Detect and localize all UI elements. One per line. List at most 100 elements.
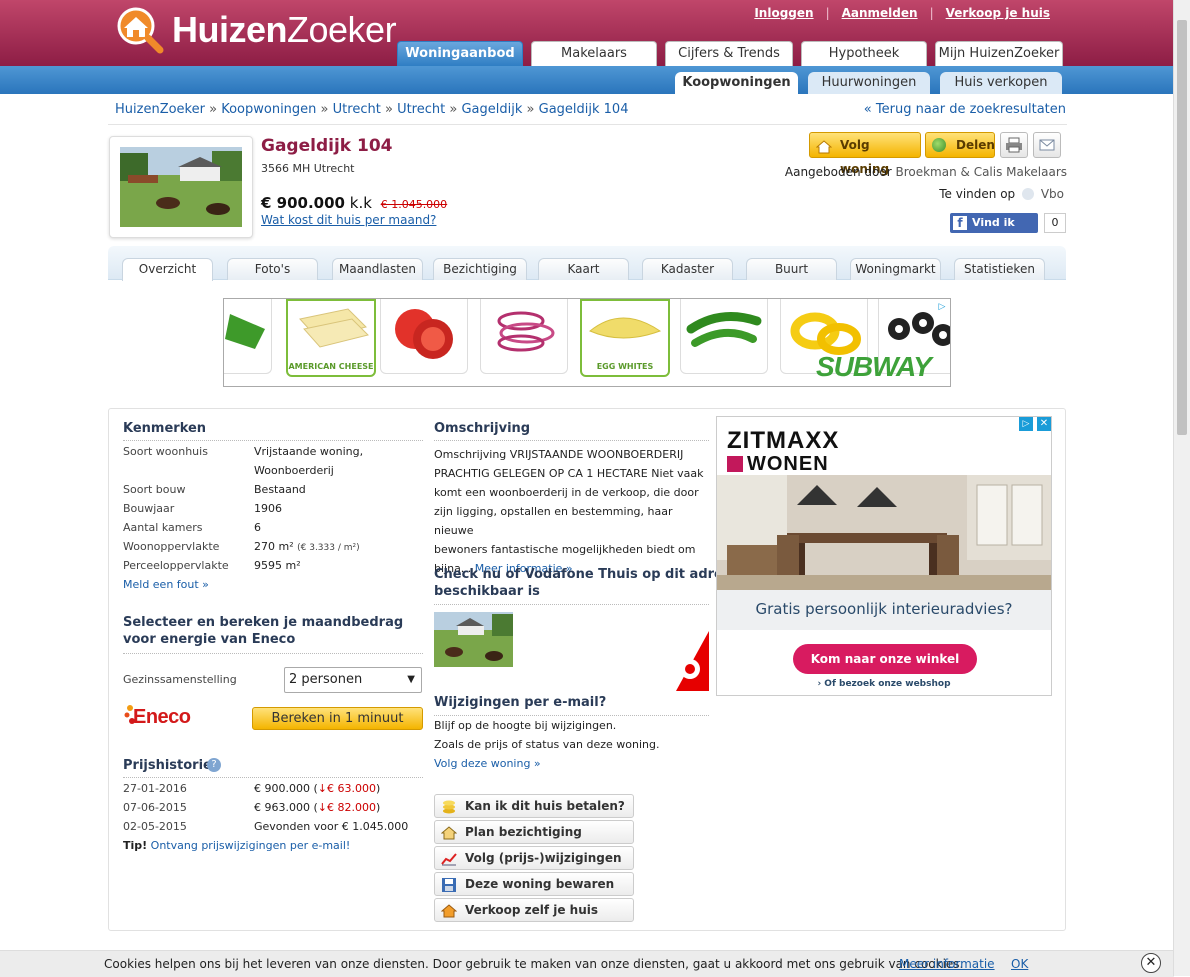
history-date: 07-06-2015 — [123, 801, 187, 814]
divider — [108, 124, 1067, 125]
adchoices-icon[interactable]: ▷ — [1019, 417, 1033, 431]
breadcrumb-item[interactable]: HuizenZoeker — [115, 102, 205, 117]
globe-icon — [932, 138, 946, 152]
floppy-disk-icon — [441, 877, 457, 892]
tab-cijfers-trends[interactable]: Cijfers & Trends — [665, 41, 793, 66]
save-listing-button[interactable]: Deze woning bewaren — [434, 872, 634, 896]
affordability-button[interactable]: Kan ik dit huis betalen? — [434, 794, 634, 818]
printer-icon — [1006, 137, 1022, 153]
back-to-results-link[interactable]: « Terug naar de zoekresultaten — [864, 102, 1066, 117]
ad-food-item — [224, 299, 272, 374]
cookie-ok-button[interactable]: OK — [1011, 951, 1028, 977]
tab-hypotheek[interactable]: Hypotheek — [801, 41, 927, 66]
webshop-link[interactable]: › Of bezoek onze webshop — [717, 679, 1051, 689]
history-date: 27-01-2016 — [123, 782, 187, 795]
ad-food-item — [380, 299, 468, 374]
breadcrumb-item[interactable]: Utrecht — [397, 102, 445, 117]
tab-mijn-huizenzoeker[interactable]: Mijn HuizenZoeker — [935, 41, 1063, 66]
help-icon[interactable]: ? — [207, 758, 221, 772]
advertisement-banner[interactable]: AMERICAN CHEESE EGG WHITES SUBWAY ▷ — [223, 298, 951, 387]
cookie-more-info-link[interactable]: Meer informatie — [899, 951, 995, 977]
site-logo[interactable]: HuizenZoeker — [114, 6, 397, 54]
login-link[interactable]: Inloggen — [754, 6, 813, 20]
feature-value: 270 m² (€ 3.333 / m²) — [254, 540, 360, 553]
price-drop: ↓€ 63.000 — [317, 782, 376, 795]
register-link[interactable]: Aanmelden — [842, 6, 918, 20]
separator: | — [825, 6, 830, 20]
tab-maandlasten[interactable]: Maandlasten — [332, 258, 423, 280]
history-price: Gevonden voor € 1.045.000 — [254, 820, 409, 833]
follow-listing-link[interactable]: Volg deze woning » — [434, 757, 541, 770]
subtab-huurwoningen[interactable]: Huurwoningen — [808, 72, 930, 94]
adchoices-icon[interactable]: ▷ — [936, 301, 948, 313]
email-button[interactable] — [1033, 132, 1061, 158]
chart-trend-icon — [441, 851, 457, 866]
print-button[interactable] — [1000, 132, 1028, 158]
monthly-cost-link[interactable]: Wat kost dit huis per maand? — [261, 213, 436, 227]
furniture-advertisement[interactable]: ▷ ✕ ZITMAXX WONEN Gratis persoonlijk int… — [716, 416, 1052, 696]
sell-house-link[interactable]: Verkoop je huis — [946, 6, 1050, 20]
feature-label: Bouwjaar — [123, 502, 175, 515]
follow-button[interactable]: Volg woning — [809, 132, 921, 176]
feature-value: Bestaand — [254, 483, 306, 496]
sell-yourself-button[interactable]: Verkoop zelf je huis — [434, 898, 634, 922]
feature-label: Perceeloppervlakte — [123, 559, 229, 572]
breadcrumb-item[interactable]: Utrecht — [333, 102, 381, 117]
tab-kaart[interactable]: Kaart — [538, 258, 629, 280]
plan-viewing-button[interactable]: Plan bezichtiging — [434, 820, 634, 844]
household-label: Gezinssamenstelling — [123, 673, 237, 686]
property-address: Gageldijk 104 — [261, 136, 393, 156]
household-select[interactable]: 2 personen ▼ — [284, 667, 422, 693]
tab-overzicht[interactable]: Overzicht — [122, 258, 213, 281]
calculate-energy-button[interactable]: Bereken in 1 minuut — [252, 707, 423, 730]
share-button[interactable]: Delen — [925, 132, 995, 158]
breadcrumb-item[interactable]: Gageldijk — [461, 102, 522, 117]
close-ad-icon[interactable]: ✕ — [1037, 417, 1051, 431]
vodafone-heading: beschikbaar is — [434, 584, 540, 599]
site-header: HuizenZoeker Inloggen | Aanmelden | Verk… — [0, 0, 1174, 66]
ad-food-item: EGG WHITES — [580, 299, 670, 377]
vodafone-house-photo[interactable] — [434, 612, 513, 667]
property-photo[interactable] — [109, 136, 253, 238]
report-error-link[interactable]: Meld een fout » — [123, 578, 209, 591]
page-scrollbar[interactable] — [1173, 0, 1190, 976]
energy-heading: Selecteer en bereken je maandbedrag — [123, 615, 404, 630]
tab-fotos[interactable]: Foto's — [227, 258, 318, 280]
tab-woningmarkt[interactable]: Woningmarkt — [850, 258, 941, 280]
feature-value: Vrijstaande woning, — [254, 445, 364, 458]
facebook-icon: f — [953, 216, 967, 230]
cookie-text: Cookies helpen ons bij het leveren van o… — [104, 957, 964, 971]
property-postcode: 3566 MH Utrecht — [261, 162, 355, 175]
separator: | — [929, 6, 934, 20]
tab-statistieken[interactable]: Statistieken — [954, 258, 1045, 280]
follow-changes-button[interactable]: Volg (prijs-)wijzigingen — [434, 846, 634, 870]
dropdown-arrow-icon: ▼ — [407, 674, 415, 685]
house-icon — [440, 903, 458, 918]
close-icon[interactable]: ✕ — [1141, 953, 1161, 973]
tab-woningaanbod[interactable]: Woningaanbod — [397, 41, 523, 66]
breadcrumb-item[interactable]: Koopwoningen — [221, 102, 316, 117]
tab-kadaster[interactable]: Kadaster — [642, 258, 733, 280]
scrollbar-thumb[interactable] — [1177, 20, 1187, 435]
tab-bezichtiging[interactable]: Bezichtiging — [433, 258, 527, 280]
divider — [434, 715, 709, 717]
agent-link[interactable]: Broekman & Calis Makelaars — [895, 165, 1067, 179]
sub-navigation: Koopwoningen Huurwoningen Huis verkopen — [0, 66, 1174, 94]
breadcrumb-item[interactable]: Gageldijk 104 — [539, 102, 629, 117]
subway-logo: SUBWAY — [816, 351, 932, 382]
price-alert-link[interactable]: Ontvang prijswijzigingen per e-mail! — [151, 839, 351, 852]
tab-makelaars[interactable]: Makelaars — [531, 41, 657, 66]
facebook-like-button[interactable]: f Vind ik leuk — [950, 213, 1038, 249]
history-date: 02-05-2015 — [123, 820, 187, 833]
house-magnifier-icon — [114, 6, 166, 54]
subtab-huis-verkopen[interactable]: Huis verkopen — [940, 72, 1062, 94]
visit-store-button[interactable]: Kom naar onze winkel — [793, 644, 977, 674]
cookie-bar: Cookies helpen ons bij het leveren van o… — [0, 950, 1174, 977]
tab-buurt[interactable]: Buurt — [746, 258, 837, 280]
price-per-m2: (€ 3.333 / m²) — [297, 543, 360, 553]
subtab-koopwoningen[interactable]: Koopwoningen — [675, 72, 798, 94]
divider — [434, 604, 709, 606]
feature-value: 1906 — [254, 502, 282, 515]
ad-food-item — [680, 299, 768, 374]
ad-headline: Gratis persoonlijk interieuradvies? — [717, 590, 1051, 630]
